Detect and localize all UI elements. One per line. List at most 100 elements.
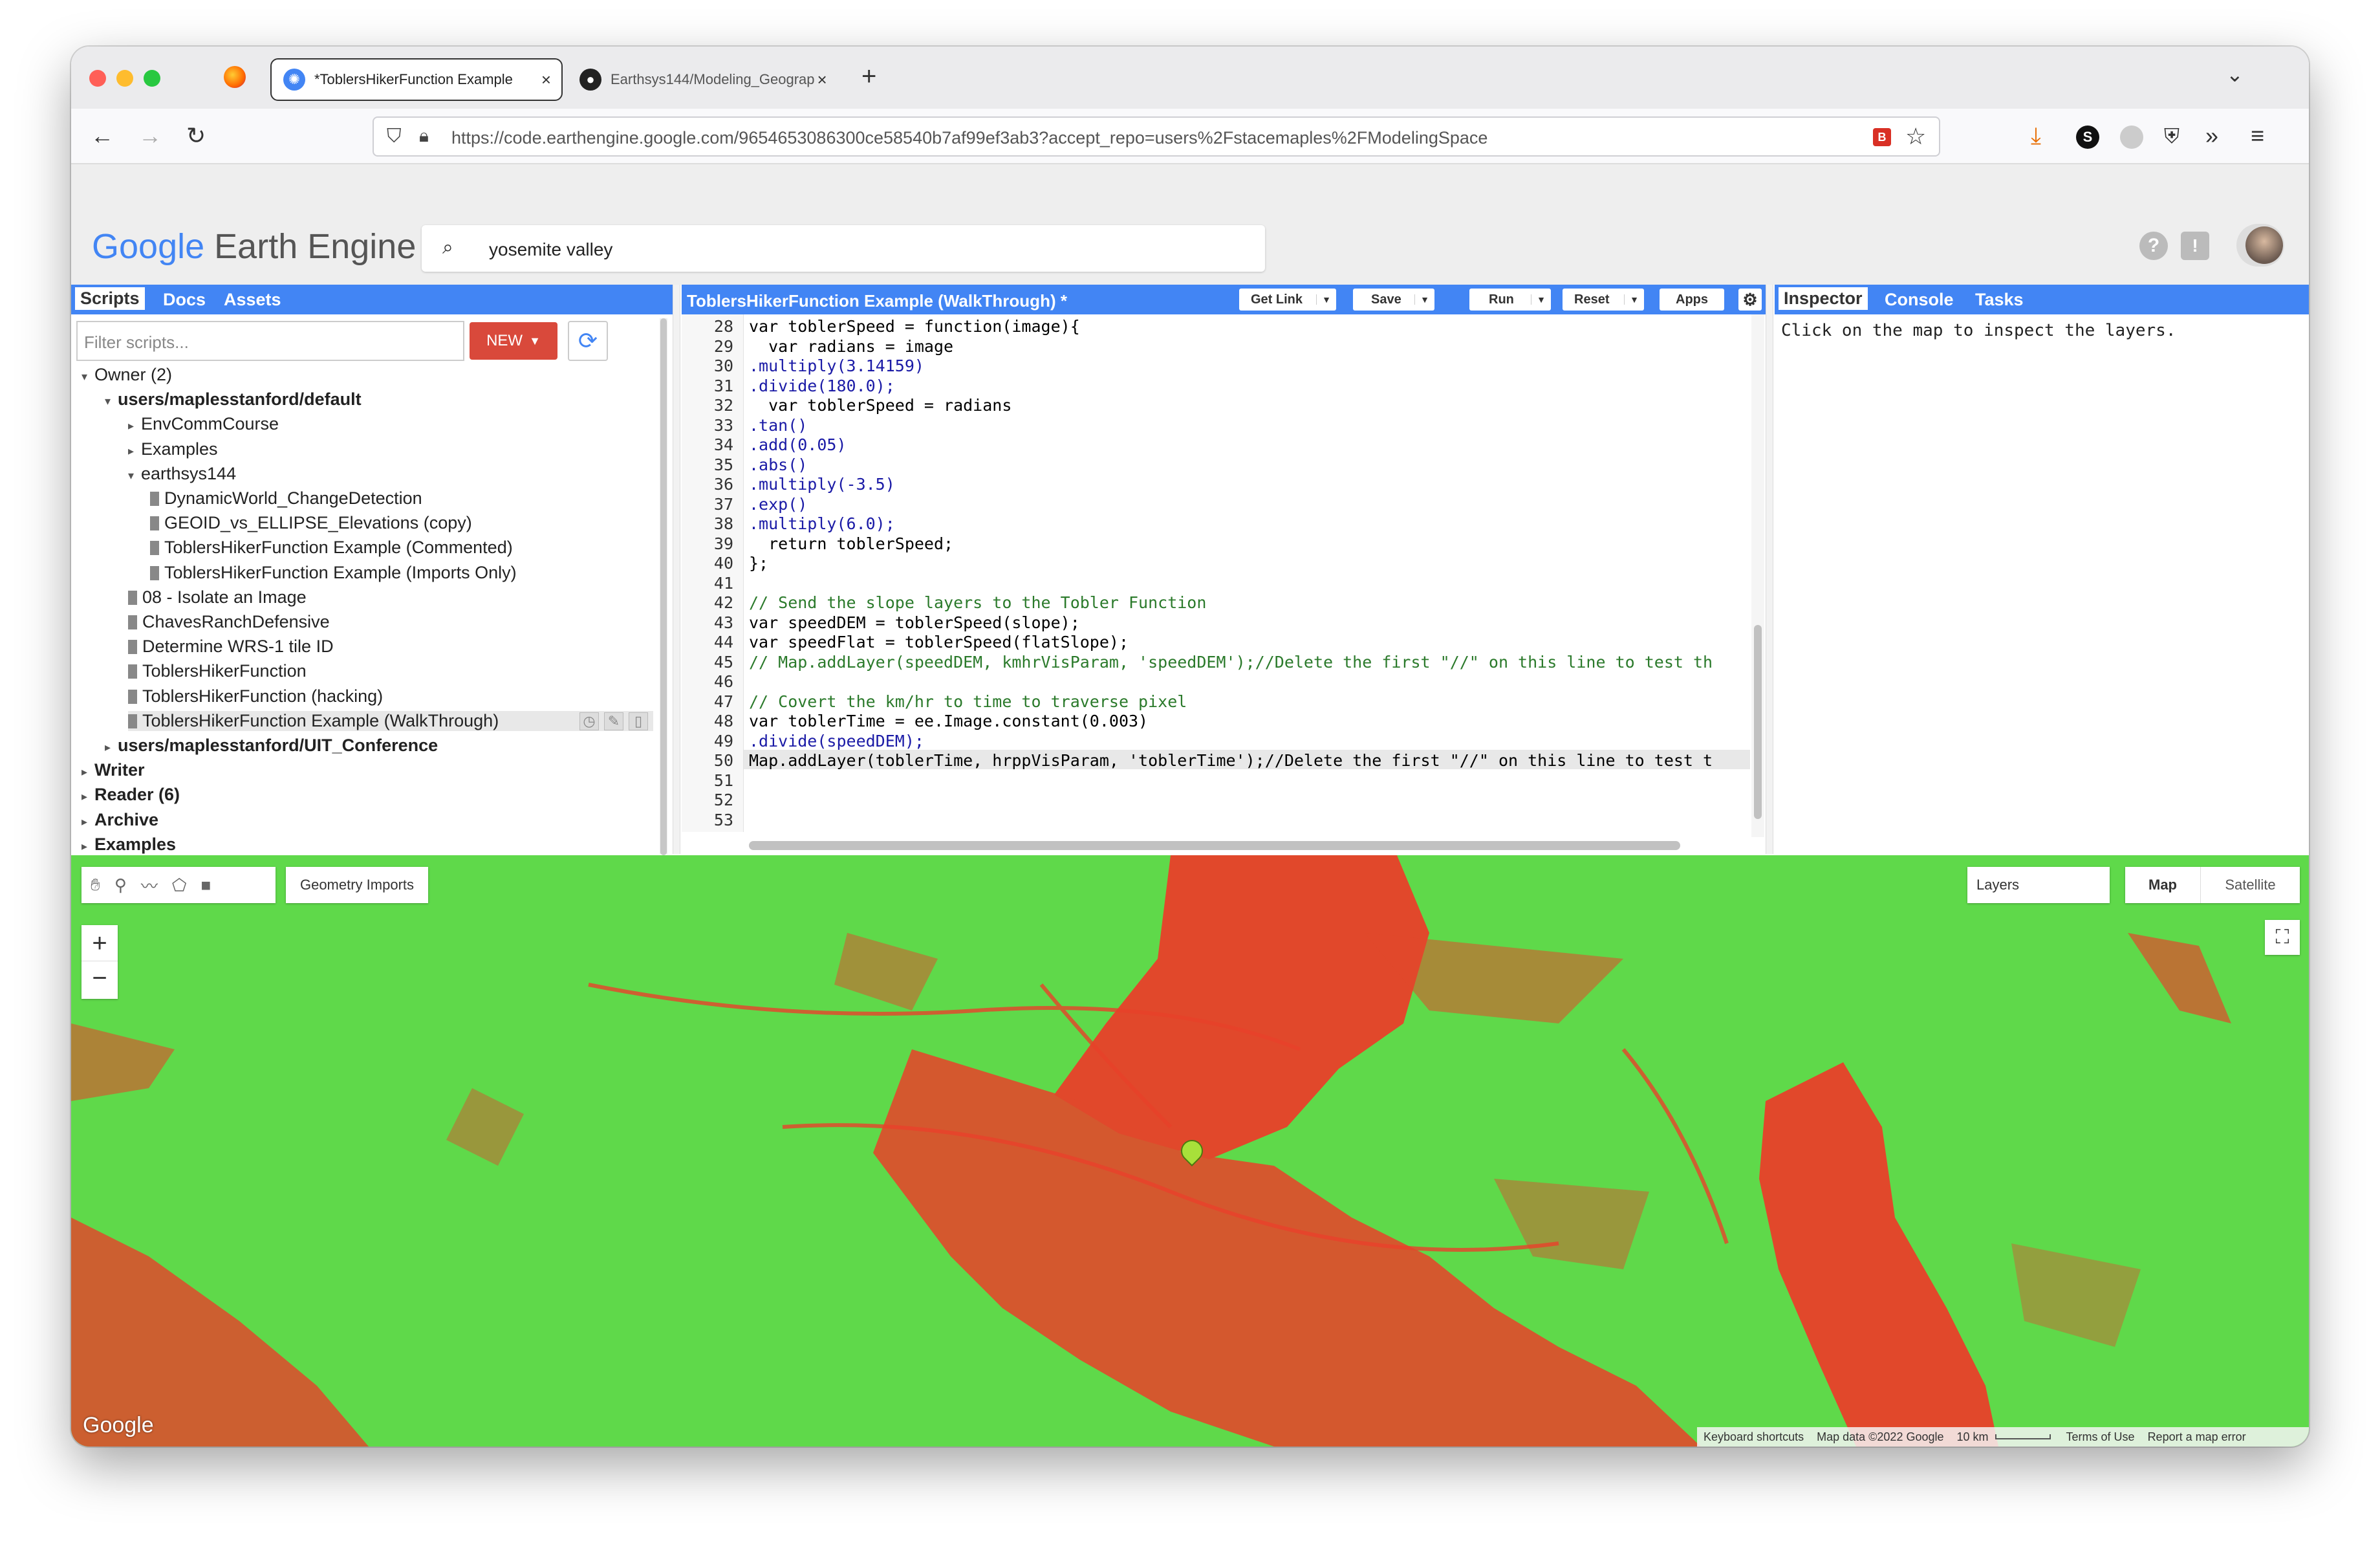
code-line[interactable]: var speedDEM = toblerSpeed(slope); — [749, 613, 1080, 632]
reset-dropdown-icon[interactable]: ▼ — [1624, 294, 1639, 305]
feedback-icon[interactable]: ! — [2181, 232, 2209, 260]
map-type-button[interactable]: Map — [2125, 867, 2200, 903]
tab-assets[interactable]: Assets — [224, 290, 281, 310]
script-tree-item[interactable]: ▸ EnvCommCourse — [128, 414, 279, 434]
script-tree-item[interactable]: ▸ Reader (6) — [81, 785, 180, 805]
script-tree-item[interactable]: ▾ earthsys144 — [128, 464, 236, 484]
minimize-window-button[interactable] — [116, 70, 133, 87]
right-resize-handle[interactable] — [1766, 285, 1773, 854]
tab-docs[interactable]: Docs — [163, 290, 206, 310]
new-tab-button[interactable]: + — [861, 62, 876, 91]
close-window-button[interactable] — [89, 70, 106, 87]
code-line[interactable]: .tan() — [749, 416, 807, 435]
code-line[interactable]: .multiply(3.14159) — [749, 356, 924, 375]
code-line[interactable]: .divide(180.0); — [749, 377, 895, 395]
draw-line-icon[interactable]: 〰 — [141, 873, 158, 897]
reload-icon[interactable]: ↻ — [186, 123, 206, 149]
script-tree-item[interactable]: ToblersHikerFunction Example (Imports On… — [150, 563, 517, 583]
menu-icon[interactable]: ≡ — [2251, 123, 2264, 149]
extension-red-icon[interactable]: B — [1873, 128, 1891, 146]
code-line[interactable]: var toblerSpeed = function(image){ — [749, 317, 1080, 336]
more-extensions-icon[interactable]: » — [2205, 123, 2218, 149]
code-line[interactable]: return toblerSpeed; — [749, 534, 953, 553]
keyboard-shortcuts-link[interactable]: Keyboard shortcuts — [1697, 1430, 1810, 1444]
add-marker-icon[interactable]: ⚲ — [114, 875, 127, 895]
left-resize-handle[interactable] — [673, 285, 680, 854]
close-tab-icon[interactable]: × — [817, 70, 827, 90]
tab-scripts[interactable]: Scripts — [75, 287, 145, 310]
firefox-icon[interactable] — [224, 66, 246, 88]
terms-of-use-link[interactable]: Terms of Use — [2060, 1430, 2141, 1444]
apps-button[interactable]: Apps — [1660, 289, 1724, 311]
history-icon[interactable]: ◷ — [579, 712, 599, 730]
tab-github[interactable]: ● Earthsys144/Modeling_Geograp × — [568, 58, 911, 101]
script-tree-item[interactable]: ▸ Examples — [128, 439, 218, 459]
script-tree-item[interactable]: ToblersHikerFunction Example (WalkThroug… — [128, 710, 653, 731]
script-tree-item[interactable]: DynamicWorld_ChangeDetection — [150, 488, 422, 508]
code-line[interactable]: .multiply(-3.5) — [749, 475, 895, 494]
save-dropdown-icon[interactable]: ▼ — [1414, 294, 1429, 305]
back-arrow-icon[interactable]: ← — [91, 123, 114, 149]
code-line[interactable]: var toblerSpeed = radians — [749, 396, 1012, 415]
lock-icon[interactable]: 🔒︎ — [419, 126, 429, 147]
script-tree-item[interactable]: ToblersHikerFunction Example (Commented) — [150, 538, 513, 558]
script-tree-item[interactable]: ToblersHikerFunction (hacking) — [128, 686, 383, 706]
code-line[interactable]: .add(0.05) — [749, 435, 847, 454]
search-input[interactable]: yosemite valley — [489, 239, 612, 260]
code-line[interactable]: // Send the slope layers to the Tobler F… — [749, 593, 1206, 612]
tab-inspector[interactable]: Inspector — [1779, 287, 1868, 310]
code-line[interactable]: .abs() — [749, 455, 807, 474]
tab-earth-engine[interactable]: ✺ *ToblersHikerFunction Example × — [270, 58, 563, 101]
scripts-scrollbar[interactable] — [660, 318, 667, 855]
refresh-icon[interactable]: ⟳ — [568, 321, 608, 361]
close-tab-icon[interactable]: × — [541, 70, 551, 90]
code-line[interactable]: .divide(speedDEM); — [749, 732, 924, 750]
url-bar[interactable]: ⛉ 🔒︎ https://code.earthengine.google.com… — [373, 116, 1940, 157]
new-script-button[interactable]: NEW ▼ — [470, 322, 557, 360]
scrollbar-thumb[interactable] — [660, 318, 667, 855]
satellite-type-button[interactable]: Satellite — [2200, 867, 2300, 903]
report-map-error-link[interactable]: Report a map error — [2141, 1430, 2253, 1444]
tracking-protection-icon[interactable]: ⛉ — [387, 126, 402, 148]
scrollbar-thumb[interactable] — [1754, 625, 1762, 819]
places-search-box[interactable]: ⌕ yosemite valley — [422, 225, 1265, 272]
draw-rectangle-icon[interactable]: ■ — [201, 875, 211, 895]
bookmark-star-icon[interactable]: ☆ — [1905, 123, 1926, 150]
script-tree-item[interactable]: 08 - Isolate an Image — [128, 587, 307, 607]
code-line[interactable]: // Map.addLayer(speedDEM, kmhrVisParam, … — [749, 653, 1713, 672]
save-button[interactable]: Save ▼ — [1353, 289, 1434, 311]
reset-button[interactable]: Reset ▼ — [1563, 289, 1644, 311]
filter-scripts-input[interactable]: Filter scripts... — [76, 321, 464, 361]
zoom-out-button[interactable]: − — [81, 961, 118, 998]
code-line[interactable]: var toblerTime = ee.Image.constant(0.003… — [749, 712, 1148, 730]
extension-grey-icon[interactable] — [2120, 126, 2143, 149]
code-line[interactable]: var speedFlat = toblerSpeed(flatSlope); — [749, 633, 1129, 651]
code-line[interactable]: var radians = image — [749, 337, 953, 356]
code-line[interactable]: Map.addLayer(toblerTime, hrppVisParam, '… — [749, 751, 1713, 770]
run-dropdown-icon[interactable]: ▼ — [1531, 294, 1546, 305]
zoom-window-button[interactable] — [144, 70, 160, 87]
settings-gear-icon[interactable]: ⚙ — [1738, 289, 1762, 311]
run-button[interactable]: Run ▼ — [1469, 289, 1551, 311]
account-button[interactable] — [2236, 224, 2284, 267]
download-icon[interactable]: ⤓ — [2031, 123, 2041, 149]
tab-tasks[interactable]: Tasks — [1975, 290, 2024, 310]
script-tree-item[interactable]: ▸ users/maplesstanford/UIT_Conference — [105, 736, 438, 756]
code-vertical-scrollbar[interactable] — [1751, 314, 1764, 837]
rename-icon[interactable]: ✎ — [604, 712, 623, 730]
draw-polygon-icon[interactable]: ⬠ — [172, 875, 187, 895]
code-line[interactable]: // Covert the km/hr to time to traverse … — [749, 692, 1187, 711]
get-link-dropdown-icon[interactable]: ▼ — [1316, 294, 1331, 305]
script-tree-item[interactable]: ▸ Examples — [81, 835, 176, 855]
script-tree-item[interactable]: ▾ Owner (2) — [81, 365, 172, 385]
url-text[interactable]: https://code.earthengine.google.com/9654… — [451, 128, 1488, 148]
delete-icon[interactable]: ▯ — [629, 712, 648, 730]
code-line[interactable]: .exp() — [749, 495, 807, 514]
tab-list-chevron-icon[interactable]: ⌄ — [2226, 62, 2244, 87]
code-line[interactable]: .multiply(6.0); — [749, 514, 895, 533]
script-tree-item[interactable]: ▾ users/maplesstanford/default — [105, 389, 362, 410]
forward-arrow-icon[interactable]: → — [138, 123, 162, 149]
shield-icon[interactable]: ⛨ — [2164, 123, 2180, 149]
help-icon[interactable]: ? — [2139, 232, 2168, 260]
layers-button[interactable]: Layers — [1967, 867, 2110, 903]
